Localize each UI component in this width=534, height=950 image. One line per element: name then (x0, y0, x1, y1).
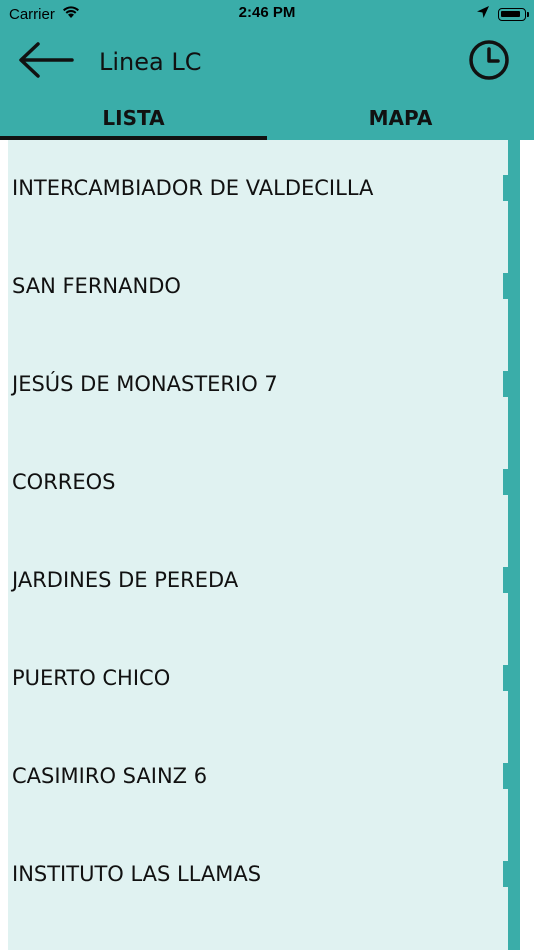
status-bar: Carrier 2:46 PM (0, 0, 534, 28)
tab-mapa-label: MAPA (368, 106, 433, 130)
stop-name: PUERTO CHICO (12, 666, 171, 690)
stop-name: SAN FERNANDO (12, 274, 181, 298)
stop-name: CORREOS (12, 470, 116, 494)
stop-name: JESÚS DE MONASTERIO 7 (12, 372, 278, 396)
stops-list[interactable]: INTERCAMBIADOR DE VALDECILLA SAN FERNAND… (8, 140, 508, 950)
page-title: Linea LC (99, 48, 202, 76)
tab-lista-label: LISTA (102, 106, 165, 130)
battery-icon (498, 7, 529, 21)
list-item[interactable]: JESÚS DE MONASTERIO 7 (8, 335, 508, 433)
list-item[interactable]: CASIMIRO SAINZ 6 (8, 727, 508, 825)
schedule-button[interactable] (462, 38, 516, 86)
tab-lista[interactable]: LISTA (0, 104, 267, 140)
app-bar: Linea LC LISTA MAPA (0, 28, 534, 140)
arrow-left-icon (16, 40, 74, 84)
status-time: 2:46 PM (238, 4, 296, 21)
list-item[interactable]: JARDINES DE PEREDA (8, 531, 508, 629)
clock-icon (468, 39, 510, 85)
list-item[interactable]: CORREOS (8, 433, 508, 531)
location-arrow-icon (476, 5, 490, 23)
list-item[interactable]: SAN FERNANDO (8, 237, 508, 335)
back-button[interactable] (12, 38, 78, 86)
stop-name: INTERCAMBIADOR DE VALDECILLA (12, 176, 374, 200)
list-item[interactable]: INSTITUTO LAS LLAMAS (8, 825, 508, 923)
tab-bar: LISTA MAPA (0, 104, 534, 140)
route-line (508, 140, 520, 950)
stop-name: INSTITUTO LAS LLAMAS (12, 862, 262, 886)
tab-mapa[interactable]: MAPA (267, 104, 534, 140)
status-right (476, 5, 529, 23)
right-strip (520, 140, 534, 950)
list-item[interactable]: PUERTO CHICO (8, 629, 508, 727)
list-item[interactable]: INTERCAMBIADOR DE VALDECILLA (8, 140, 508, 237)
stop-name: JARDINES DE PEREDA (12, 568, 239, 592)
stop-name: CASIMIRO SAINZ 6 (12, 764, 208, 788)
